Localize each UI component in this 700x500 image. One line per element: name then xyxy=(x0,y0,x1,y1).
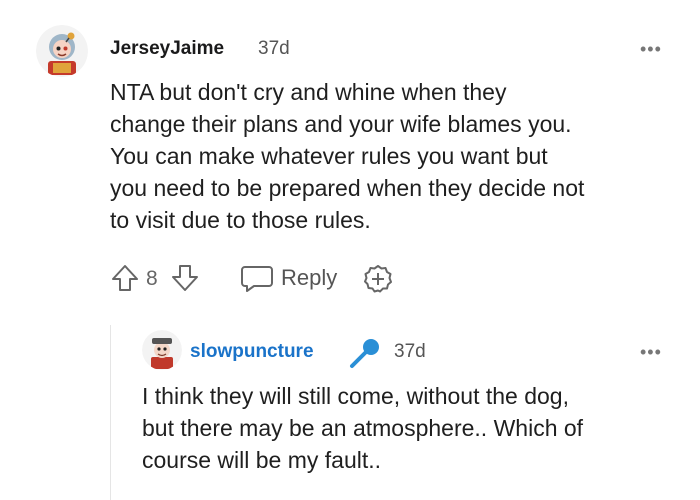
microphone-icon xyxy=(347,335,383,371)
comment-body-line: change their plans and your wife blames … xyxy=(110,111,572,137)
avatar-icon xyxy=(36,25,88,77)
reply-username[interactable]: slowpuncture xyxy=(190,341,314,363)
reply-body-line: I think they will still come, without th… xyxy=(142,383,569,409)
reply-body: I think they will still come, without th… xyxy=(142,380,583,476)
comment-username[interactable]: JerseyJaime xyxy=(110,38,224,60)
reply-body-line: course will be my fault.. xyxy=(142,447,382,473)
thread-line[interactable] xyxy=(110,325,111,500)
avatar[interactable] xyxy=(36,25,88,77)
reply-icon[interactable] xyxy=(240,263,274,293)
add-award-icon[interactable] xyxy=(362,263,394,295)
reply-button[interactable]: Reply xyxy=(281,265,337,291)
comment-age: 37d xyxy=(258,38,290,59)
comment-body-line: NTA but don't cry and whine when they xyxy=(110,79,507,105)
downvote-icon[interactable] xyxy=(170,263,200,293)
avatar[interactable] xyxy=(142,330,182,370)
comment-body-line: to visit due to those rules. xyxy=(110,207,371,233)
vote-count: 8 xyxy=(146,267,158,290)
comment-body-line: you need to be prepared when they decide… xyxy=(110,175,585,201)
upvote-icon[interactable] xyxy=(110,263,140,293)
reply-body-line: but there may be an atmosphere.. Which o… xyxy=(142,415,584,441)
comment-body: NTA but don't cry and whine when they ch… xyxy=(110,76,584,236)
comment-body-line: You can make whatever rules you want but xyxy=(110,143,548,169)
more-options-button[interactable]: ••• xyxy=(640,40,662,58)
reply-age: 37d xyxy=(394,341,426,362)
more-options-button[interactable]: ••• xyxy=(640,343,662,361)
avatar-icon xyxy=(142,330,182,370)
